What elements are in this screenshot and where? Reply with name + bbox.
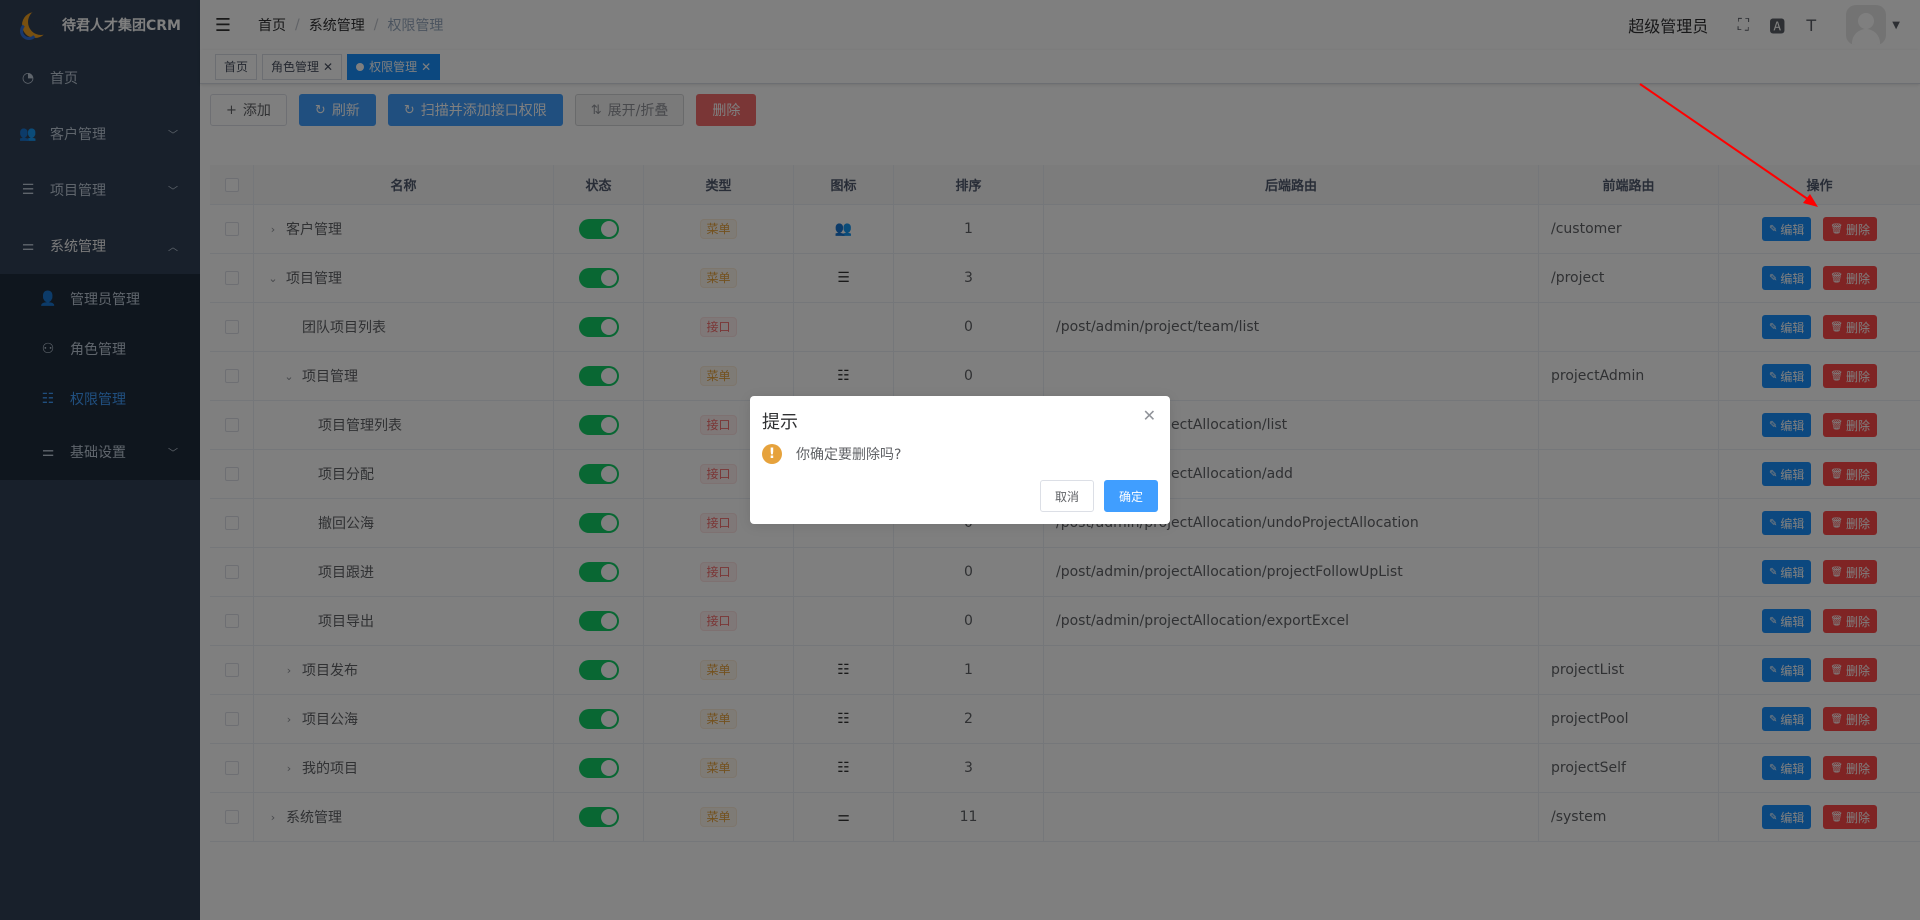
dialog-footer: 取消 确定	[1030, 480, 1158, 512]
dialog-body: ! 你确定要删除吗?	[762, 444, 1158, 464]
dialog-message: 你确定要删除吗?	[796, 447, 902, 463]
confirm-button[interactable]: 确定	[1103, 480, 1158, 512]
dialog-title: 提示	[762, 412, 798, 433]
cancel-button[interactable]: 取消	[1039, 480, 1094, 512]
close-icon[interactable]: ✕	[1143, 406, 1156, 425]
confirm-dialog: 提示 ✕ ! 你确定要删除吗? 取消 确定	[750, 396, 1170, 524]
warning-icon: !	[762, 444, 782, 464]
